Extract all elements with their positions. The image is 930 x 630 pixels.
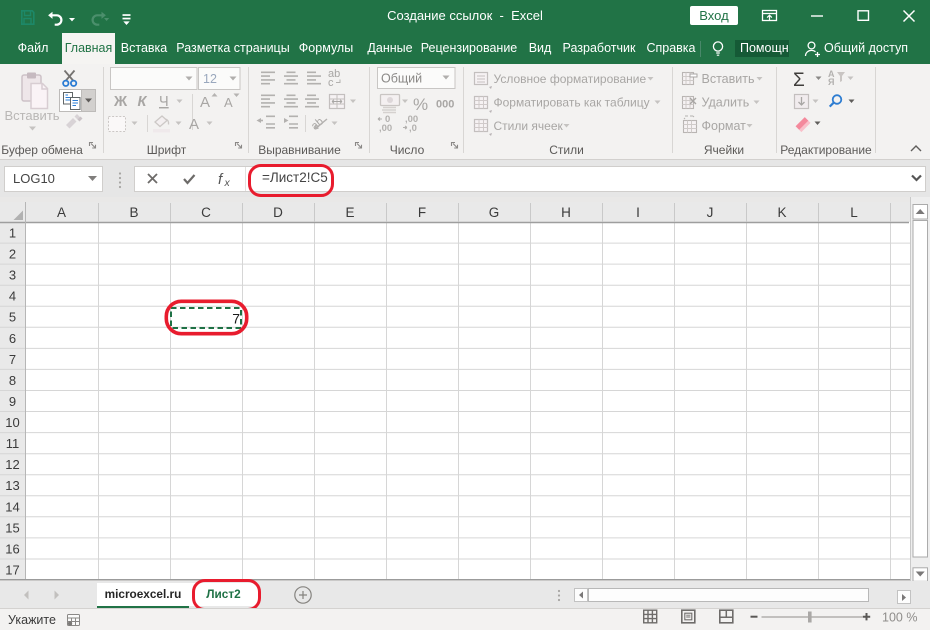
svg-text:11: 11	[6, 436, 20, 451]
svg-text:%: %	[413, 95, 428, 114]
svg-text:I: I	[636, 205, 640, 220]
svg-text:16: 16	[5, 541, 19, 556]
svg-text:10: 10	[5, 415, 19, 430]
svg-text:,00: ,00	[379, 123, 392, 134]
svg-text:12: 12	[5, 457, 19, 472]
svg-text:,0: ,0	[409, 123, 417, 134]
svg-text:Формат: Формат	[702, 119, 747, 133]
svg-text:K: K	[777, 205, 786, 220]
svg-text:H: H	[561, 205, 571, 220]
svg-text:B: B	[129, 205, 138, 220]
svg-text:Общий: Общий	[381, 72, 422, 86]
svg-text:Я: Я	[828, 77, 834, 87]
svg-text:A: A	[189, 116, 199, 133]
svg-text:4: 4	[9, 289, 16, 304]
svg-text:9: 9	[9, 394, 16, 409]
svg-text:100 %: 100 %	[882, 611, 917, 625]
svg-text:7: 7	[9, 352, 16, 367]
svg-text:D: D	[273, 205, 283, 220]
svg-text:Форматировать как таблицу: Форматировать как таблицу	[494, 96, 650, 110]
svg-text:x: x	[224, 177, 231, 189]
svg-text:3: 3	[9, 268, 16, 283]
svg-text:14: 14	[5, 499, 19, 514]
svg-text:6: 6	[9, 331, 16, 346]
svg-text:8: 8	[9, 373, 16, 388]
svg-text:A: A	[224, 95, 233, 110]
svg-text:Вставить: Вставить	[4, 108, 59, 123]
svg-text:c: c	[328, 77, 334, 89]
svg-text:E: E	[345, 205, 354, 220]
svg-text:Стили ячеек: Стили ячеек	[494, 119, 564, 133]
svg-text:Ч: Ч	[159, 94, 169, 110]
svg-text:Σ: Σ	[793, 70, 805, 91]
svg-text:15: 15	[5, 520, 19, 535]
svg-text:К: К	[138, 94, 148, 110]
svg-text:Вставить: Вставить	[702, 72, 755, 86]
svg-text:C: C	[201, 205, 211, 220]
svg-text:13: 13	[5, 478, 19, 493]
svg-text:7: 7	[232, 311, 240, 327]
svg-text:Удалить: Удалить	[702, 96, 750, 110]
svg-text:G: G	[489, 205, 500, 220]
svg-text:000: 000	[436, 99, 454, 111]
svg-text:f: f	[218, 171, 224, 188]
svg-text:12: 12	[203, 72, 217, 86]
svg-text:F: F	[418, 205, 426, 220]
svg-text:A: A	[200, 94, 210, 111]
svg-text:L: L	[850, 205, 858, 220]
svg-text:17: 17	[5, 563, 19, 578]
svg-text:Ж: Ж	[113, 94, 128, 110]
svg-text:Условное форматирование: Условное форматирование	[494, 72, 647, 86]
svg-text:ab: ab	[309, 116, 326, 133]
svg-text:A: A	[57, 205, 66, 220]
svg-text:2: 2	[9, 247, 16, 262]
svg-text:J: J	[707, 205, 714, 220]
svg-text:5: 5	[9, 310, 16, 325]
svg-text:1: 1	[9, 226, 16, 241]
